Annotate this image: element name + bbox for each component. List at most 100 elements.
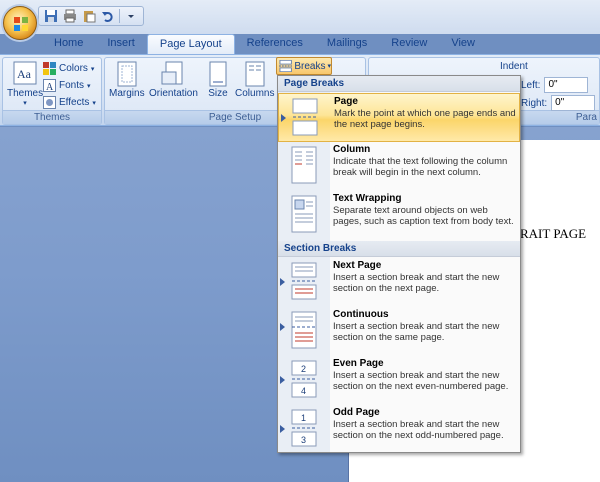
odd-page-number-next: 3 bbox=[301, 435, 306, 445]
indent-left-input[interactable]: 0" bbox=[544, 77, 589, 93]
odd-page-number: 1 bbox=[301, 413, 306, 423]
office-logo-icon bbox=[14, 17, 28, 31]
themes-label: Themes bbox=[7, 88, 44, 99]
svg-text:A: A bbox=[46, 82, 54, 92]
indent-right-label: Right: bbox=[521, 97, 548, 109]
menu-item-description: Separate text around objects on web page… bbox=[333, 205, 514, 227]
undo-icon[interactable] bbox=[100, 8, 116, 24]
colors-icon bbox=[43, 62, 56, 75]
effects-label: Effects bbox=[59, 97, 90, 108]
insertion-arrow-icon bbox=[280, 323, 285, 331]
even-page-number: 2 bbox=[301, 364, 306, 374]
chevron-down-icon: ▾ bbox=[92, 99, 96, 107]
orientation-button[interactable]: Orientation bbox=[149, 60, 198, 99]
menu-item-title: Next Page bbox=[333, 260, 382, 271]
menu-item-next-page[interactable]: Next Page Insert a section break and sta… bbox=[278, 258, 520, 307]
indent-right-row: Right: 0" bbox=[521, 95, 596, 111]
menu-item-title: Page bbox=[334, 96, 358, 107]
continuous-break-icon bbox=[291, 311, 317, 349]
tab-mailings[interactable]: Mailings bbox=[315, 34, 379, 54]
indent-label: Indent bbox=[500, 61, 528, 72]
themes-group-label: Themes bbox=[3, 110, 101, 124]
columns-button[interactable]: Columns bbox=[235, 60, 274, 99]
indent-left-label: Left: bbox=[521, 79, 541, 91]
margins-label: Margins bbox=[109, 88, 145, 99]
orientation-icon bbox=[161, 61, 183, 85]
print-icon[interactable] bbox=[62, 8, 78, 24]
menu-item-continuous[interactable]: Continuous Insert a section break and st… bbox=[278, 307, 520, 356]
fonts-button[interactable]: A Fonts ▾ bbox=[43, 79, 91, 92]
menu-item-title: Odd Page bbox=[333, 407, 380, 418]
ribbon-tabs: Home Insert Page Layout References Maili… bbox=[42, 34, 487, 54]
section-breaks-header: Section Breaks bbox=[278, 241, 520, 257]
tab-review[interactable]: Review bbox=[379, 34, 439, 54]
page-break-icon bbox=[292, 98, 318, 136]
qat-separator bbox=[119, 9, 120, 23]
tab-view[interactable]: View bbox=[439, 34, 487, 54]
menu-item-description: Insert a section break and start the new… bbox=[333, 419, 504, 441]
page-breaks-header: Page Breaks bbox=[278, 76, 520, 92]
menu-item-column[interactable]: Column Indicate that the text following … bbox=[278, 142, 520, 191]
tab-references[interactable]: References bbox=[235, 34, 315, 54]
svg-text:Aa: Aa bbox=[17, 67, 32, 81]
menu-item-description: Mark the point at which one page ends an… bbox=[334, 108, 516, 130]
menu-item-title: Text Wrapping bbox=[333, 193, 402, 204]
even-page-break-icon: 2 4 bbox=[291, 360, 317, 398]
paste-icon[interactable] bbox=[81, 8, 97, 24]
breaks-menu: Page Breaks Page Mark the point at which… bbox=[277, 75, 521, 453]
breaks-icon bbox=[279, 60, 293, 72]
chevron-down-icon: ▾ bbox=[23, 100, 27, 107]
tab-insert[interactable]: Insert bbox=[95, 34, 147, 54]
customize-qat-icon[interactable] bbox=[123, 8, 139, 24]
text-wrapping-break-icon bbox=[291, 195, 317, 233]
fonts-icon: A bbox=[43, 79, 56, 92]
columns-icon bbox=[245, 61, 265, 87]
colors-button[interactable]: Colors ▾ bbox=[43, 62, 94, 75]
breaks-label: Breaks bbox=[294, 60, 326, 72]
breaks-button[interactable]: Breaks ▾ bbox=[276, 57, 332, 75]
menu-item-title: Column bbox=[333, 144, 371, 155]
menu-item-title: Even Page bbox=[333, 358, 384, 369]
tab-page-layout[interactable]: Page Layout bbox=[146, 34, 235, 54]
themes-group: Aa Themes ▾ Colors ▾ A Fonts ▾ Effects ▾… bbox=[2, 57, 102, 125]
themes-button[interactable]: Aa Themes ▾ bbox=[7, 60, 43, 107]
indent-right-input[interactable]: 0" bbox=[551, 95, 596, 111]
size-icon bbox=[209, 61, 227, 87]
insertion-arrow-icon bbox=[280, 376, 285, 384]
size-button[interactable]: Size bbox=[205, 60, 231, 99]
menu-item-description: Insert a section break and start the new… bbox=[333, 370, 509, 392]
menu-item-description: Insert a section break and start the new… bbox=[333, 321, 500, 343]
even-page-number-next: 4 bbox=[301, 386, 306, 396]
margins-button[interactable]: Margins bbox=[109, 60, 145, 99]
column-break-icon bbox=[291, 146, 317, 184]
menu-item-page[interactable]: Page Mark the point at which one page en… bbox=[278, 93, 520, 142]
indent-left-row: Left: 0" bbox=[521, 77, 589, 93]
margins-icon bbox=[117, 61, 137, 87]
menu-item-description: Insert a section break and start the new… bbox=[333, 272, 500, 294]
document-text: RAIT PAGE bbox=[520, 226, 587, 241]
next-page-break-icon bbox=[291, 262, 317, 300]
chevron-down-icon: ▾ bbox=[90, 65, 95, 73]
size-label: Size bbox=[208, 88, 228, 99]
menu-item-odd-page[interactable]: 1 3 Odd Page Insert a section break and … bbox=[278, 405, 520, 454]
office-button[interactable] bbox=[3, 6, 37, 40]
insertion-arrow-icon bbox=[280, 278, 285, 286]
insertion-arrow-icon bbox=[281, 114, 286, 122]
menu-item-text-wrapping[interactable]: Text Wrapping Separate text around objec… bbox=[278, 191, 520, 240]
colors-label: Colors bbox=[59, 63, 88, 74]
columns-label: Columns bbox=[235, 88, 275, 99]
odd-page-break-icon: 1 3 bbox=[291, 409, 317, 447]
effects-button[interactable]: Effects ▾ bbox=[43, 96, 96, 109]
menu-item-even-page[interactable]: 2 4 Even Page Insert a section break and… bbox=[278, 356, 520, 405]
orientation-label: Orientation bbox=[149, 88, 198, 99]
themes-icon: Aa bbox=[13, 61, 37, 85]
insertion-arrow-icon bbox=[280, 425, 285, 433]
fonts-label: Fonts bbox=[59, 80, 85, 91]
chevron-down-icon: ▾ bbox=[327, 63, 331, 70]
tab-home[interactable]: Home bbox=[42, 34, 95, 54]
save-icon[interactable] bbox=[43, 8, 59, 24]
chevron-down-icon: ▾ bbox=[87, 82, 91, 90]
menu-item-title: Continuous bbox=[333, 309, 389, 320]
quick-access-toolbar bbox=[38, 6, 144, 26]
effects-icon bbox=[43, 96, 56, 109]
